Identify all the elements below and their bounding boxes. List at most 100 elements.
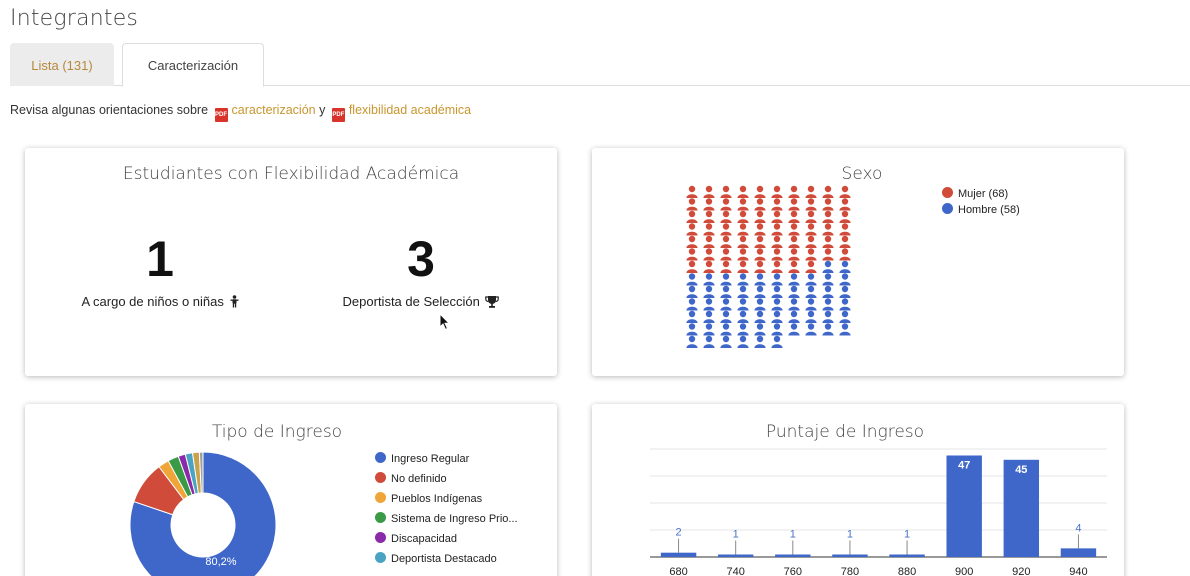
person-icon [737,198,749,211]
flexibilidad-link[interactable]: flexibilidad académica [349,103,471,117]
pdf-icon: PDF [214,108,228,122]
sexo-legend: Mujer (68) Hombre (58) [942,186,1020,218]
sexo-pictogram [686,185,851,348]
tab-caracterizacion[interactable]: Caracterización [122,43,264,87]
data-label: 1 [904,529,910,541]
person-icon [805,235,817,248]
caracterizacion-link[interactable]: caracterización [232,103,316,117]
puntaje-card: Puntaje de Ingreso 2 680 1 740 1 760 1 780 1 880 4… [592,404,1124,576]
person-icon [754,210,766,223]
person-icon [839,198,851,211]
data-label: 1 [733,529,739,541]
tab-bar: Lista (131) Caracterización [10,43,1190,87]
person-icon [839,285,851,298]
person-icon [771,248,783,261]
bar[interactable] [1060,548,1097,557]
person-icon [805,310,817,323]
legend-label: Discapacidad [391,533,458,545]
person-icon [822,223,834,236]
person-icon [703,310,715,323]
person-icon [703,260,715,273]
person-icon [754,223,766,236]
info-connector: y [319,103,326,117]
person-icon [839,223,851,236]
person-icon [822,298,834,311]
bar[interactable] [775,554,811,558]
legend-item-pueblos-indigenas[interactable]: Pueblos Indígenas [375,489,518,509]
legend-label: Deportista Destacado [391,553,497,565]
person-icon [822,260,834,273]
person-icon [771,285,783,298]
person-icon [839,210,851,223]
person-icon [737,323,749,336]
person-icon [805,210,817,223]
person-icon [737,310,749,323]
bar[interactable] [889,554,925,558]
legend-item-hombre[interactable]: Hombre (58) [942,202,1020,218]
person-icon [822,248,834,261]
child-icon [230,295,238,308]
person-icon [686,260,698,273]
legend-item-discapacidad[interactable]: Discapacidad [375,529,518,549]
person-icon [754,235,766,248]
person-icon [703,198,715,211]
person-icon [720,310,732,323]
pdf-icon: PDF [331,108,345,122]
legend-item-deportista-destacado[interactable]: Deportista Destacado [375,549,518,569]
person-icon [686,248,698,261]
person-icon [737,223,749,236]
person-icon [703,210,715,223]
bar[interactable] [832,554,868,558]
legend-item-mujer[interactable]: Mujer (68) [942,186,1020,202]
stat-label-ninos: A cargo de niños o niñas [30,294,290,309]
data-label: 2 [676,527,682,539]
person-icon [839,235,851,248]
person-icon [771,235,783,248]
person-icon [737,335,749,348]
person-icon [720,210,732,223]
bar[interactable] [660,552,697,557]
person-icon [805,285,817,298]
person-icon [754,298,766,311]
mouse-cursor-icon [439,313,451,331]
person-icon [822,323,834,336]
stat-value-deportista: 3 [407,231,435,287]
legend-label: Sistema de Ingreso Prio... [391,513,518,525]
person-icon [839,298,851,311]
stat-label-text: Deportista de Selección [342,294,480,309]
person-icon [754,285,766,298]
legend-item-ingreso-regular[interactable]: Ingreso Regular [375,449,518,469]
person-icon [737,185,749,198]
person-icon [822,285,834,298]
data-label: 1 [790,529,796,541]
person-icon [788,323,800,336]
person-icon [788,248,800,261]
person-icon [788,235,800,248]
data-label: 1 [847,529,853,541]
person-icon [754,323,766,336]
legend-item-no-definido[interactable]: No definido [375,469,518,489]
person-icon [737,248,749,261]
person-icon [737,285,749,298]
person-icon [771,273,783,286]
person-icon [771,198,783,211]
person-icon [720,198,732,211]
person-icon [771,298,783,311]
sexo-card: Sexo Mujer (68) Hombre (58) [592,148,1124,376]
person-icon [720,298,732,311]
legend-swatch [375,452,386,463]
stat-value-ninos: 1 [146,231,174,287]
person-icon [822,235,834,248]
person-icon [771,310,783,323]
legend-swatch [375,532,386,543]
person-icon [754,185,766,198]
legend-item-sistema-ingreso[interactable]: Sistema de Ingreso Prio... [375,509,518,529]
person-icon [737,260,749,273]
person-icon [839,273,851,286]
person-icon [822,185,834,198]
legend-label: Ingreso Regular [391,453,470,465]
person-icon [737,235,749,248]
card-title: Estudiantes con Flexibilidad Académica [122,164,460,184]
tab-lista[interactable]: Lista (131) [10,43,114,86]
bar[interactable] [717,554,754,558]
